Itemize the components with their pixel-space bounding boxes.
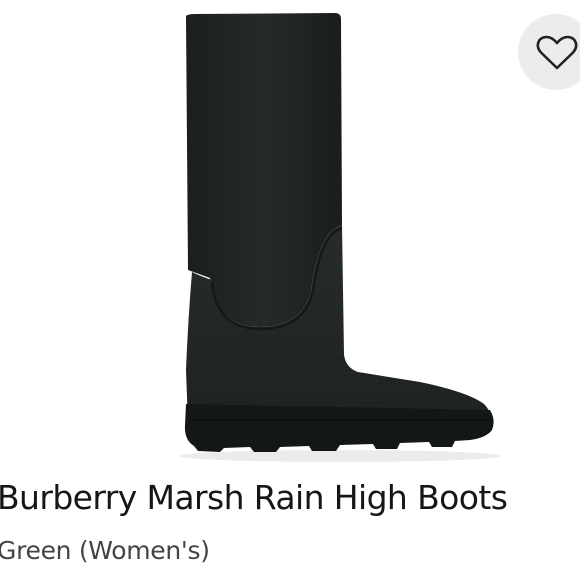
boot-sole [184, 404, 494, 452]
heart-outline-icon [536, 35, 578, 70]
product-card: Burberry Marsh Rain High Boots Green (Wo… [0, 0, 580, 580]
product-image[interactable] [0, 0, 580, 470]
product-variant: Green (Women's) [0, 536, 210, 565]
boot-image [180, 13, 500, 462]
product-title[interactable]: Burberry Marsh Rain High Boots [0, 476, 580, 520]
